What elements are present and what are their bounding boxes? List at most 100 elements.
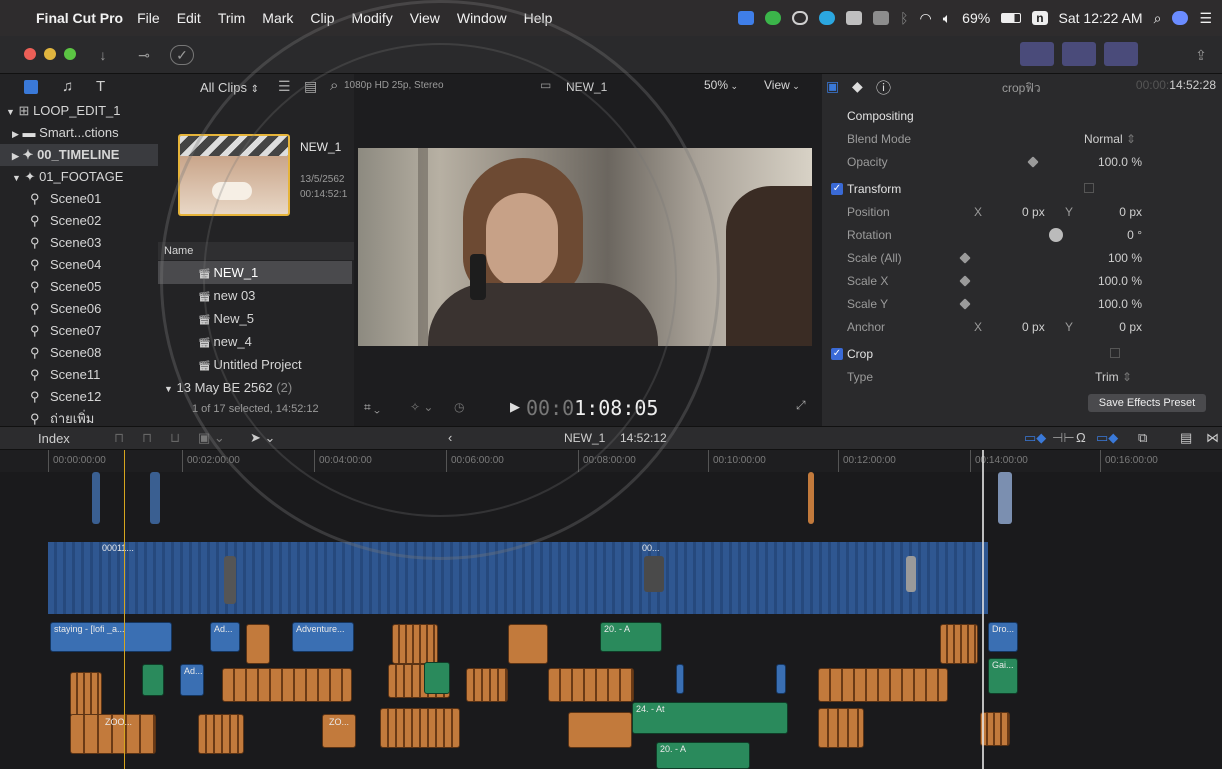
- save-effects-preset-button[interactable]: Save Effects Preset: [1088, 394, 1206, 412]
- audio-clip[interactable]: [508, 624, 548, 664]
- photos-audio-tab-icon[interactable]: ♫: [62, 78, 73, 95]
- crop-onscreen-icon[interactable]: [1110, 348, 1120, 358]
- opacity-slider[interactable]: [1027, 156, 1039, 168]
- audio-clip[interactable]: [222, 668, 352, 702]
- browser-toggle-button[interactable]: [1020, 42, 1054, 66]
- menu-clip[interactable]: Clip: [310, 10, 334, 26]
- timeline-toggle-button[interactable]: [1062, 42, 1096, 66]
- sidebar-item-scene02[interactable]: ⚲ Scene02: [0, 210, 158, 232]
- compositing-section[interactable]: Compositing: [822, 105, 1222, 127]
- rotation-field[interactable]: 0 °: [1127, 224, 1142, 246]
- sidebar-item-scene08[interactable]: ⚲ Scene08: [0, 342, 158, 364]
- dropbox-icon[interactable]: [738, 11, 755, 25]
- audio-clip[interactable]: [392, 624, 438, 664]
- audio-clip[interactable]: Gai...: [988, 658, 1018, 694]
- spotlight-icon[interactable]: ⌕: [1154, 10, 1162, 27]
- sidebar-item-scene11[interactable]: ⚲ Scene11: [0, 364, 158, 386]
- audio-clip[interactable]: [70, 672, 102, 716]
- audio-clip[interactable]: Ad...: [180, 664, 204, 696]
- crop-checkbox[interactable]: ✓: [831, 348, 843, 360]
- disclosure-down-icon[interactable]: ▼: [6, 107, 15, 117]
- app-status-icon[interactable]: [819, 11, 836, 25]
- list-item[interactable]: 🎬︎ Untitled Project: [158, 353, 352, 376]
- menu-help[interactable]: Help: [524, 10, 553, 26]
- titles-generators-tab-icon[interactable]: T: [96, 78, 105, 95]
- input-source-indicator[interactable]: n: [1032, 11, 1048, 25]
- scale-y-field[interactable]: 100.0 %: [1098, 293, 1142, 315]
- primary-storyline[interactable]: 00011... 00...: [48, 542, 988, 614]
- timeline-back-icon[interactable]: ‹: [448, 430, 452, 445]
- libraries-tab-icon[interactable]: [24, 80, 38, 94]
- background-tasks-icon[interactable]: ✓: [170, 45, 194, 65]
- crop-type-select[interactable]: Trim ⇕: [1095, 366, 1132, 388]
- retime-menu-icon[interactable]: ◷: [454, 400, 464, 414]
- insert-clip-icon[interactable]: ⊓: [142, 430, 152, 446]
- selected-clip-thumbnail[interactable]: [178, 134, 290, 216]
- audio-clip[interactable]: [940, 624, 978, 664]
- audio-clip[interactable]: Dro...: [988, 622, 1018, 652]
- audio-clip[interactable]: [568, 712, 632, 748]
- audio-clip[interactable]: [818, 708, 864, 748]
- audio-clip[interactable]: [776, 664, 786, 694]
- timeline-ruler[interactable]: 00:00:00:00 00:02:00:00 00:04:00:00 00:0…: [0, 450, 1222, 472]
- audio-clip[interactable]: [818, 668, 948, 702]
- audio-clip[interactable]: [142, 664, 164, 696]
- audio-clip[interactable]: 20. - A: [656, 742, 750, 769]
- sidebar-item-scene12[interactable]: ⚲ Scene12: [0, 386, 158, 408]
- fullscreen-icon[interactable]: ⤢: [796, 398, 806, 413]
- airdrop-icon[interactable]: [792, 11, 809, 25]
- menu-edit[interactable]: Edit: [177, 10, 201, 26]
- video-frame[interactable]: [358, 148, 812, 346]
- anchor-y-field[interactable]: 0 px: [1119, 316, 1142, 338]
- scale-x-slider[interactable]: [959, 275, 971, 287]
- audio-clip[interactable]: ZOO...: [70, 714, 156, 754]
- select-tool-icon[interactable]: ➤ ⌄: [250, 430, 275, 446]
- anchor-x-field[interactable]: 0 px: [1022, 316, 1045, 338]
- line-icon[interactable]: [765, 11, 782, 25]
- position-x-field[interactable]: 0 px: [1022, 201, 1045, 223]
- list-item[interactable]: 🎬︎ New_5: [158, 307, 352, 330]
- minimize-window-button[interactable]: [44, 48, 56, 60]
- effects-browser-icon[interactable]: ▤: [1180, 430, 1192, 446]
- clip-appearance-icon[interactable]: ⧉: [1138, 430, 1147, 446]
- sidebar-item-footage[interactable]: ▼ ✦ 01_FOOTAGE: [0, 166, 158, 188]
- import-icon[interactable]: ↓: [92, 44, 114, 66]
- search-icon[interactable]: ⌕: [330, 77, 338, 94]
- menu-file[interactable]: File: [137, 10, 160, 26]
- volume-icon[interactable]: 🔈︎: [943, 10, 951, 27]
- sync-icon[interactable]: [846, 11, 863, 25]
- cloud-icon[interactable]: [873, 11, 890, 25]
- crop-section[interactable]: ✓ Crop: [822, 343, 1222, 365]
- transform-checkbox[interactable]: ✓: [831, 183, 843, 195]
- filmstrip-icon[interactable]: ▤: [304, 78, 317, 95]
- audio-clip[interactable]: [980, 712, 1010, 746]
- opacity-field[interactable]: 100.0 %: [1098, 151, 1142, 173]
- overwrite-menu-icon[interactable]: ▣ ⌄: [198, 430, 225, 446]
- timeline-clip[interactable]: [224, 556, 236, 604]
- color-inspector-icon[interactable]: ◆: [852, 78, 863, 95]
- audio-clip[interactable]: [548, 668, 634, 702]
- append-clip-icon[interactable]: ⊔: [170, 430, 180, 446]
- timeline-clip[interactable]: [92, 472, 100, 524]
- transform-menu-icon[interactable]: ⌗ ⌄: [364, 400, 380, 415]
- sidebar-item-scene06[interactable]: ⚲ Scene06: [0, 298, 158, 320]
- timeline-clip[interactable]: [150, 472, 160, 524]
- skimmer[interactable]: [982, 450, 984, 769]
- viewer-timecode[interactable]: 00:01:08:05: [526, 396, 658, 420]
- audio-clip[interactable]: [676, 664, 684, 694]
- sidebar-item-scene04[interactable]: ⚲ Scene04: [0, 254, 158, 276]
- index-button[interactable]: Index: [38, 431, 70, 446]
- audio-clip[interactable]: ZO...: [322, 714, 356, 748]
- audio-clip[interactable]: [424, 662, 450, 694]
- keywords-icon[interactable]: ⊸: [132, 44, 156, 66]
- audio-clip[interactable]: [466, 668, 508, 702]
- audio-clip[interactable]: 20. - A: [600, 622, 662, 652]
- disclosure-down-icon[interactable]: ▼: [164, 384, 173, 394]
- list-item[interactable]: 🎬︎ new_4: [158, 330, 352, 353]
- video-inspector-icon[interactable]: ▣: [826, 78, 839, 95]
- audio-clip[interactable]: [198, 714, 244, 754]
- library-loop-edit[interactable]: ▼ ⊞ LOOP_EDIT_1: [0, 100, 158, 122]
- transform-section[interactable]: ✓ Transform: [822, 178, 1222, 200]
- sidebar-item-timeline[interactable]: ▶ ✦ 00_TIMELINE: [0, 144, 158, 166]
- clip-appearance-icon[interactable]: ☰: [278, 78, 291, 95]
